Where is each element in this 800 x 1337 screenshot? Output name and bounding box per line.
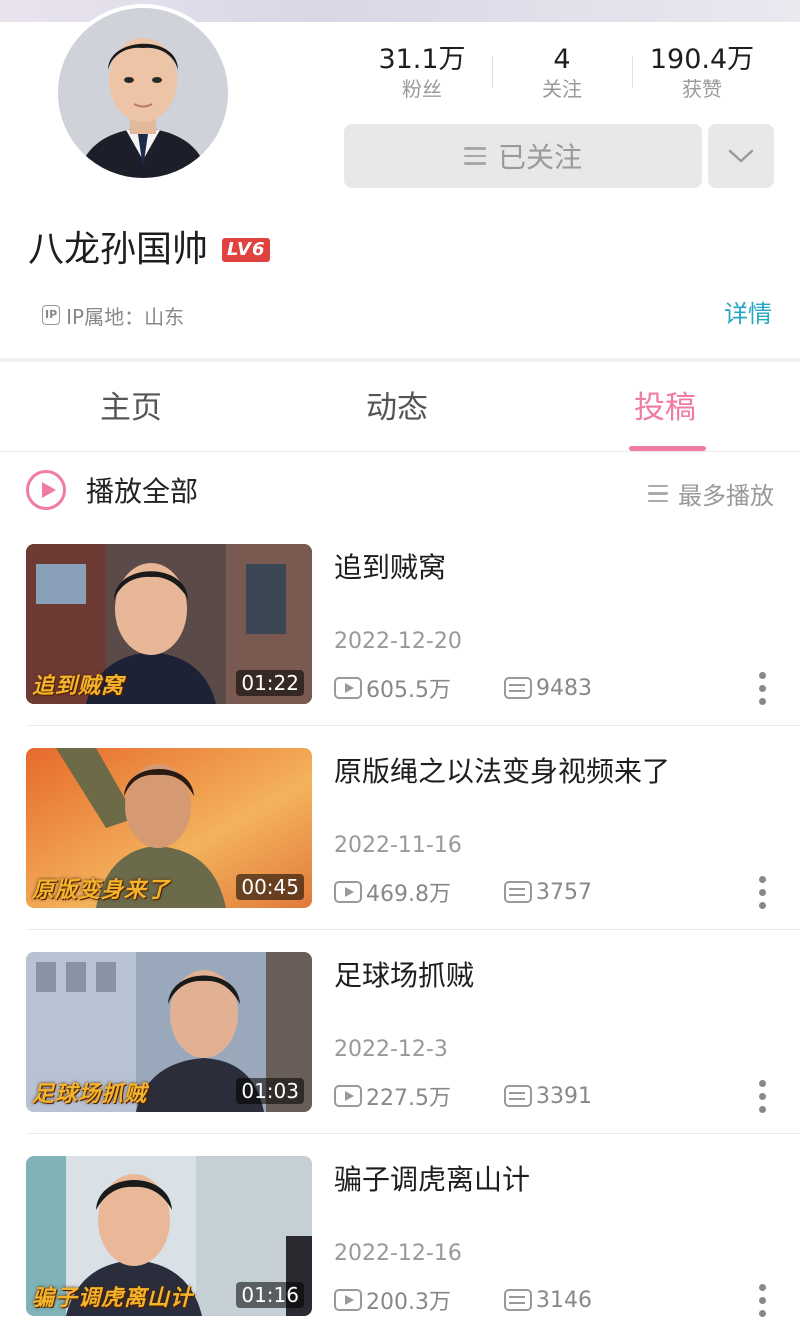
kebab-menu-icon[interactable]: [758, 876, 766, 909]
danmaku-icon: [504, 881, 532, 903]
video-duration: 01:03: [236, 1078, 304, 1104]
video-meta: 200.3万 3146: [334, 1284, 592, 1316]
danmaku-count: 9483: [504, 676, 592, 701]
follow-button[interactable]: 已关注: [344, 124, 702, 188]
sort-label: 最多播放: [678, 482, 774, 510]
video-meta: 469.8万 3757: [334, 876, 592, 908]
play-count: 605.5万: [334, 672, 504, 704]
likes-count: 190.4万: [649, 44, 755, 75]
danmaku-icon: [504, 677, 532, 699]
followers-label: 粉丝: [402, 77, 442, 101]
kebab-menu-icon[interactable]: [758, 1284, 766, 1317]
play-box-icon: [334, 1289, 362, 1311]
profile-stats: 31.1万 粉丝 4 关注 190.4万 获赞: [352, 44, 772, 106]
following-count: 4: [553, 44, 571, 75]
thumbnail-caption: 原版变身来了: [32, 878, 171, 903]
play-count-value: 605.5万: [366, 678, 451, 703]
avatar[interactable]: [54, 4, 232, 182]
sort-button[interactable]: 最多播放: [648, 476, 774, 511]
danmaku-count-value: 9483: [536, 675, 592, 701]
video-date: 2022-11-16: [334, 833, 462, 858]
play-box-icon: [334, 1085, 362, 1107]
video-duration: 01:22: [236, 670, 304, 696]
video-duration: 00:45: [236, 874, 304, 900]
name-row: 八龙孙国帅 LV6: [28, 226, 271, 274]
kebab-menu-icon[interactable]: [758, 1080, 766, 1113]
video-item[interactable]: 足球场抓贼 01:03 足球场抓贼 2022-12-3 227.5万 3391: [0, 929, 800, 1152]
user-name: 八龙孙国帅: [28, 229, 209, 270]
play-box-icon: [334, 881, 362, 903]
video-list: 追到贼窝 01:22 追到贼窝 2022-12-20 605.5万 9483 原…: [0, 540, 800, 1337]
avatar-image: [58, 8, 228, 178]
video-thumbnail[interactable]: 原版变身来了 00:45: [26, 748, 312, 908]
danmaku-count: 3391: [504, 1084, 592, 1109]
kebab-menu-icon[interactable]: [758, 672, 766, 705]
followers-count: 31.1万: [378, 44, 466, 75]
video-thumbnail[interactable]: 追到贼窝 01:22: [26, 544, 312, 704]
danmaku-count: 3757: [504, 880, 592, 905]
tab-bar: 主页 动态 投稿: [0, 362, 800, 452]
danmaku-count-value: 3391: [536, 1083, 592, 1109]
video-date: 2022-12-3: [334, 1037, 448, 1062]
danmaku-icon: [504, 1289, 532, 1311]
video-duration: 01:16: [236, 1282, 304, 1308]
play-all-button[interactable]: 播放全部: [26, 470, 198, 510]
play-count-value: 469.8万: [366, 882, 451, 907]
menu-lines-icon: [463, 147, 486, 165]
danmaku-count-value: 3757: [536, 879, 592, 905]
danmaku-icon: [504, 1085, 532, 1107]
video-title[interactable]: 足球场抓贼: [334, 958, 474, 994]
stat-following[interactable]: 4 关注: [492, 44, 632, 106]
following-label: 关注: [542, 77, 582, 101]
video-date: 2022-12-16: [334, 1241, 462, 1266]
play-count: 200.3万: [334, 1284, 504, 1316]
sort-lines-icon: [648, 484, 668, 503]
chevron-down-icon: [728, 149, 754, 163]
video-thumbnail[interactable]: 足球场抓贼 01:03: [26, 952, 312, 1112]
active-tab-indicator: [629, 446, 706, 451]
stat-followers[interactable]: 31.1万 粉丝: [352, 44, 492, 106]
thumbnail-caption: 追到贼窝: [32, 674, 125, 699]
follow-button-label: 已关注: [497, 141, 582, 174]
ip-location-text: IP属地：山东: [66, 304, 185, 329]
level-badge: LV6: [222, 238, 271, 262]
video-meta: 605.5万 9483: [334, 672, 592, 704]
thumbnail-caption: 骗子调虎离山计: [32, 1286, 194, 1311]
danmaku-count: 3146: [504, 1288, 592, 1313]
play-count-value: 200.3万: [366, 1290, 451, 1315]
video-title[interactable]: 原版绳之以法变身视频来了: [334, 754, 670, 790]
thumbnail-caption: 足球场抓贼: [32, 1082, 148, 1107]
danmaku-count-value: 3146: [536, 1287, 592, 1313]
ip-location-row: IP IP属地：山东: [42, 300, 184, 330]
video-date: 2022-12-20: [334, 629, 462, 654]
video-meta: 227.5万 3391: [334, 1080, 592, 1112]
stat-likes[interactable]: 190.4万 获赞: [632, 44, 772, 106]
tab-uploads[interactable]: 投稿: [634, 388, 696, 428]
video-item[interactable]: 追到贼窝 01:22 追到贼窝 2022-12-20 605.5万 9483: [0, 540, 800, 744]
tab-dynamics[interactable]: 动态: [366, 388, 428, 428]
video-title[interactable]: 骗子调虎离山计: [334, 1162, 530, 1198]
video-item[interactable]: 原版变身来了 00:45 原版绳之以法变身视频来了 2022-11-16 469…: [0, 725, 800, 948]
video-item[interactable]: 骗子调虎离山计 01:16 骗子调虎离山计 2022-12-16 200.3万 …: [0, 1133, 800, 1337]
video-thumbnail[interactable]: 骗子调虎离山计 01:16: [26, 1156, 312, 1316]
ip-badge-icon: IP: [42, 305, 61, 325]
play-box-icon: [334, 677, 362, 699]
play-all-label: 播放全部: [86, 475, 199, 508]
likes-label: 获赞: [682, 77, 722, 101]
play-circle-icon: [26, 470, 66, 510]
detail-link[interactable]: 详情: [724, 298, 772, 330]
video-title[interactable]: 追到贼窝: [334, 550, 446, 586]
more-options-button[interactable]: [708, 124, 774, 188]
play-count-value: 227.5万: [366, 1086, 451, 1111]
play-count: 469.8万: [334, 876, 504, 908]
tab-home[interactable]: 主页: [100, 388, 162, 428]
play-count: 227.5万: [334, 1080, 504, 1112]
